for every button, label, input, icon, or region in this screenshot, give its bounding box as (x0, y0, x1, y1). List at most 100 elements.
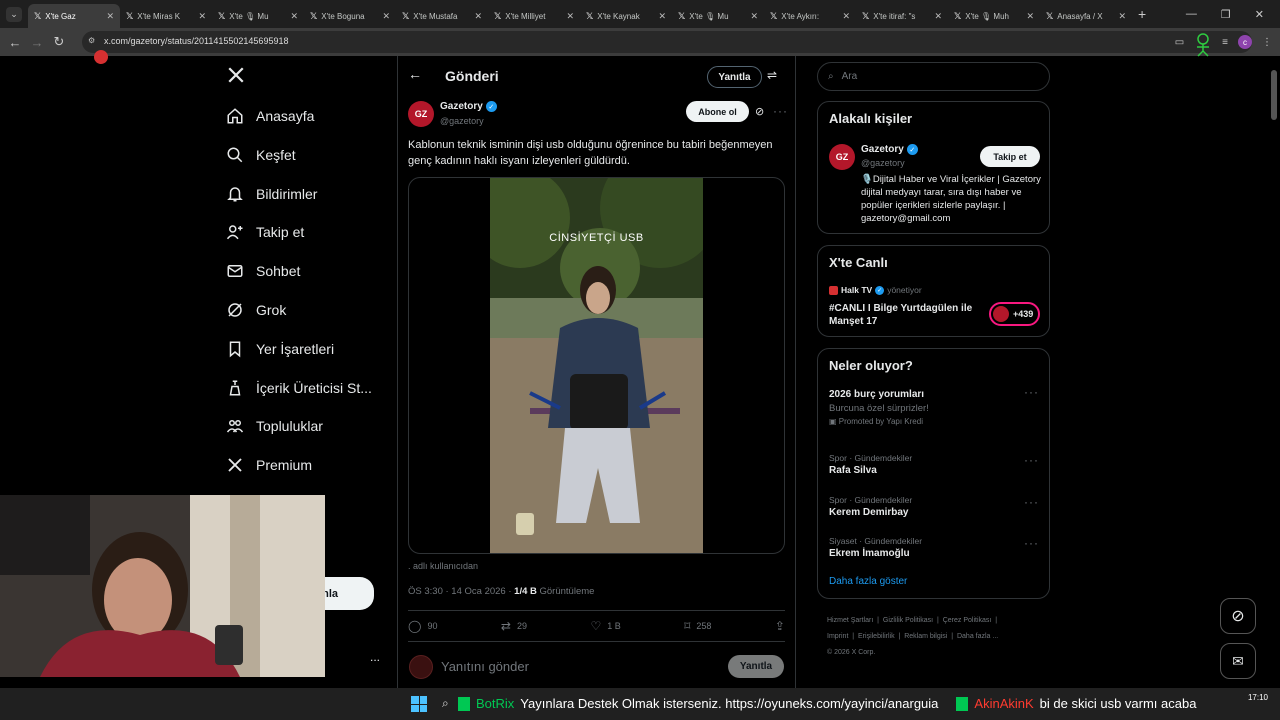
sidebar-item-takip-et[interactable]: Takip et (226, 213, 304, 251)
share-icon[interactable]: ⇪ (775, 619, 785, 633)
x-logo-icon[interactable] (227, 66, 245, 84)
subscribe-button[interactable]: Abone ol (686, 101, 749, 122)
trend-item[interactable]: Spor · Gündemdekiler Kerem Demirbay ··· (829, 495, 1039, 518)
footer-privacy[interactable]: Gizlilik Politikası (883, 617, 933, 624)
windows-start-icon[interactable] (411, 696, 427, 712)
footer-imprint[interactable]: Imprint (827, 633, 848, 640)
site-info-icon[interactable]: ⚙ (88, 36, 95, 45)
browser-tab[interactable]: 𝕏 X'te Milliyet ✕ (488, 4, 580, 28)
close-tab-icon[interactable]: ✕ (1118, 11, 1126, 22)
reply-input[interactable]: Yanıtını gönder (441, 659, 529, 674)
reply-action[interactable]: ◯ 90 (408, 619, 437, 633)
back-arrow-icon[interactable]: ← (408, 66, 422, 82)
browser-tab[interactable]: 𝕏 X'te 🎙 Muh ✕ (948, 4, 1040, 28)
show-more-link[interactable]: Daha fazla göster (829, 576, 907, 587)
live-title[interactable]: #CANLI I Bilge Yurtdagülen ile Manşet 17 (829, 302, 984, 328)
menu-dots-icon[interactable]: ⋮ (1262, 37, 1272, 48)
account-more-icon[interactable]: ... (370, 650, 380, 664)
sidebar-item-yer-i-şaretleri[interactable]: Yer İşaretleri (226, 330, 334, 368)
browser-tab[interactable]: 𝕏 Anasayfa / X ✕ (1040, 4, 1132, 28)
sidebar-item-topluluklar[interactable]: Topluluklar (226, 407, 323, 445)
profile-avatar[interactable]: c (1238, 35, 1252, 49)
reading-list-icon[interactable]: ≡ (1222, 37, 1228, 48)
browser-tab[interactable]: 𝕏 X'te Kaynak ✕ (580, 4, 672, 28)
browser-tab[interactable]: 𝕏 X'te Aykırı: ✕ (764, 4, 856, 28)
close-tab-icon[interactable]: ✕ (1026, 11, 1034, 22)
more-options-icon[interactable]: ··· (1024, 385, 1039, 399)
maximize-button[interactable]: ❐ (1221, 8, 1231, 21)
close-tab-icon[interactable]: ✕ (474, 11, 482, 22)
footer-ads[interactable]: Reklam bilgisi (904, 633, 947, 640)
bookmark-action[interactable]: ⌑ 258 (684, 619, 711, 633)
person-handle[interactable]: @gazetory (861, 158, 905, 168)
user-avatar[interactable] (409, 655, 433, 679)
back-button[interactable]: ← (4, 35, 26, 50)
address-bar[interactable]: ⚙ x.com/gazetory/status/2011415502145695… (82, 31, 1252, 53)
person-name[interactable]: Gazetory (861, 144, 904, 155)
sidebar-item-i-çerik-üreticisi-st[interactable]: İçerik Üreticisi St... (226, 369, 372, 407)
trend-item[interactable]: Siyaset · Gündemdekiler Ekrem İmamoğlu ··· (829, 536, 1039, 559)
video-player[interactable]: CİNSİYETÇİ USB (490, 178, 703, 553)
grok-explain-icon[interactable]: ⊘ (755, 105, 764, 118)
sidebar-item-bildirimler[interactable]: Bildirimler (226, 175, 317, 213)
tweet-timestamp[interactable]: ÖS 3:30 · 14 Oca 2026 · (408, 586, 514, 597)
sidebar-item-keşfet[interactable]: Keşfet (226, 136, 296, 174)
trend-item[interactable]: 2026 burç yorumları Burcuna özel sürprizl… (829, 385, 1039, 426)
author-handle[interactable]: @gazetory (440, 116, 484, 126)
close-tab-icon[interactable]: ✕ (198, 11, 206, 22)
tab-search-button[interactable]: ⌄ (0, 0, 28, 28)
reply-header-button[interactable]: Yanıtla (707, 66, 762, 88)
host-name[interactable]: Halk TV (841, 285, 872, 295)
live-listeners[interactable]: +439 (989, 302, 1040, 326)
trend-item[interactable]: Spor · Gündemdekiler Rafa Silva ··· (829, 453, 1039, 476)
close-window-button[interactable]: ✕ (1255, 8, 1264, 21)
minimize-button[interactable]: — (1186, 8, 1197, 20)
browser-tab[interactable]: 𝕏 X'te itiraf: "s ✕ (856, 4, 948, 28)
footer-more[interactable]: Daha fazla ... (957, 633, 998, 640)
media-container[interactable]: CİNSİYETÇİ USB (408, 177, 785, 554)
repost-action[interactable]: ⇄ 29 (501, 619, 527, 633)
more-options-icon[interactable]: ··· (1024, 453, 1039, 467)
browser-tab[interactable]: 𝕏 X'te Mustafa ✕ (396, 4, 488, 28)
extension-icon[interactable] (1194, 33, 1212, 57)
new-tab-button[interactable]: + (1138, 6, 1146, 22)
search-icon[interactable]: ⌕ (442, 696, 449, 711)
browser-tab[interactable]: 𝕏 X'te Miras K ✕ (120, 4, 212, 28)
sidebar-item-sohbet[interactable]: Sohbet (226, 252, 300, 290)
close-tab-icon[interactable]: ✕ (750, 11, 758, 22)
scrollbar[interactable] (1271, 70, 1277, 120)
like-action[interactable]: ♡ 1 B (590, 619, 620, 633)
footer-terms[interactable]: Hizmet Şartları (827, 617, 873, 624)
search-input[interactable]: ⌕ Ara (817, 62, 1050, 91)
reload-button[interactable]: ↻ (48, 34, 70, 50)
messages-float-button[interactable]: ✉ (1220, 643, 1256, 679)
close-tab-icon[interactable]: ✕ (290, 11, 298, 22)
author-avatar[interactable]: GZ (408, 101, 434, 127)
forward-button[interactable]: → (26, 35, 48, 50)
filter-icon[interactable]: ⇌ (767, 68, 777, 82)
close-tab-icon[interactable]: ✕ (106, 11, 114, 22)
more-options-icon[interactable]: ··· (1024, 495, 1039, 509)
media-credit[interactable]: . adlı kullanıcıdan (408, 561, 478, 571)
sidebar-item-anasayfa[interactable]: Anasayfa (226, 97, 314, 135)
grok-float-button[interactable]: ⊘ (1220, 598, 1256, 634)
footer-cookies[interactable]: Çerez Politikası (943, 617, 992, 624)
browser-tab[interactable]: 𝕏 X'te 🎙 Mu ✕ (212, 4, 304, 28)
cast-icon[interactable]: ▭ (1175, 37, 1184, 48)
browser-tab[interactable]: 𝕏 X'te 🎙 Mu ✕ (672, 4, 764, 28)
close-tab-icon[interactable]: ✕ (934, 11, 942, 22)
clock[interactable]: 17:10 (1248, 693, 1268, 702)
sidebar-item-premium[interactable]: Premium (226, 446, 312, 484)
browser-tab[interactable]: 𝕏 X'te Gaz ✕ (28, 4, 120, 28)
close-tab-icon[interactable]: ✕ (658, 11, 666, 22)
more-options-icon[interactable]: ··· (1024, 536, 1039, 550)
footer-accessibility[interactable]: Erişilebilirlik (858, 633, 895, 640)
more-options-icon[interactable]: ··· (773, 104, 788, 118)
reply-submit-button[interactable]: Yanıtla (728, 655, 784, 678)
close-tab-icon[interactable]: ✕ (842, 11, 850, 22)
follow-button[interactable]: Takip et (980, 146, 1040, 167)
author-name[interactable]: Gazetory (440, 101, 483, 112)
close-tab-icon[interactable]: ✕ (382, 11, 390, 22)
person-avatar[interactable]: GZ (829, 144, 855, 170)
sidebar-item-grok[interactable]: Grok (226, 291, 286, 329)
